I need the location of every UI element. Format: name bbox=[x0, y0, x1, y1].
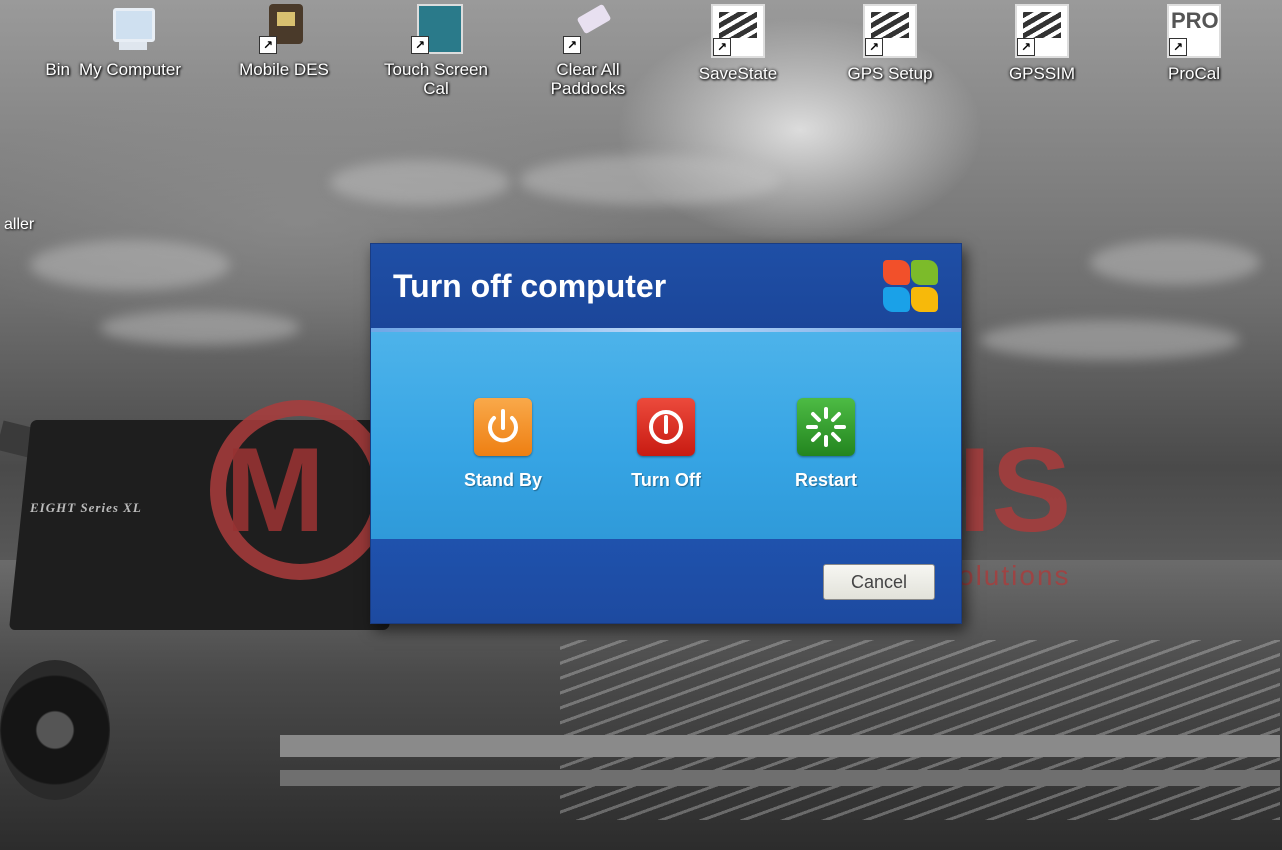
desktop-icon-clear-all-paddocks[interactable]: ↗ Clear All Paddocks bbox=[518, 3, 658, 98]
procal-icon: PRO ↗ bbox=[1167, 4, 1221, 58]
shortcut-arrow-icon: ↗ bbox=[259, 36, 277, 54]
turn-off-label: Turn Off bbox=[631, 470, 701, 490]
shortcut-arrow-icon: ↗ bbox=[1169, 38, 1187, 56]
wallpaper-wheel bbox=[0, 660, 110, 800]
wallpaper-logo-right: IS bbox=[958, 423, 1072, 557]
recycle-bin-icon bbox=[0, 4, 33, 54]
power-off-icon bbox=[637, 398, 695, 456]
wallpaper-cloud bbox=[30, 240, 230, 290]
desktop-icon-my-computer[interactable]: My Computer bbox=[60, 4, 200, 79]
pro-badge: PRO bbox=[1171, 8, 1219, 33]
desktop-icon-label: Clear All Paddocks bbox=[550, 60, 626, 98]
restart-button[interactable]: Restart bbox=[756, 398, 896, 491]
mobile-des-icon: ↗ bbox=[259, 4, 309, 54]
desktop-icon-gpssim[interactable]: ↗ GPSSIM bbox=[972, 4, 1112, 83]
desktop-icon-label: Mobile DES bbox=[239, 60, 329, 79]
wallpaper-cloud bbox=[980, 320, 1240, 360]
shortcut-arrow-icon: ↗ bbox=[563, 36, 581, 54]
desktop-icon-label: SaveState bbox=[698, 64, 778, 83]
standby-button[interactable]: Stand By bbox=[433, 398, 573, 491]
desktop-icon-label: ProCal bbox=[1168, 64, 1220, 83]
wallpaper-machine-frame bbox=[280, 735, 1280, 757]
my-computer-icon bbox=[105, 4, 155, 54]
restart-icon bbox=[797, 398, 855, 456]
desktop-icon-label: Touch Screen Cal bbox=[384, 60, 488, 98]
wallpaper-machine-text: EIGHT Series XL bbox=[30, 500, 142, 515]
wallpaper-cloud bbox=[330, 160, 510, 205]
desktop-icon-gps-setup[interactable]: ↗ GPS Setup bbox=[820, 4, 960, 83]
standby-icon bbox=[474, 398, 532, 456]
desktop-icon-label: GPS Setup bbox=[847, 64, 933, 83]
dialog-header: Turn off computer bbox=[371, 244, 961, 328]
dialog-body: Stand By Turn Off Restart bbox=[371, 332, 961, 539]
touch-screen-cal-icon: ↗ bbox=[411, 4, 463, 54]
desktop-icon-label: GPSSIM bbox=[1008, 64, 1076, 83]
standby-label: Stand By bbox=[463, 470, 542, 490]
turn-off-dialog: Turn off computer Stand By Turn Off Rest… bbox=[370, 243, 962, 624]
desktop-icon-label: My Computer bbox=[78, 60, 182, 79]
desktop-icon-mobile-des[interactable]: ↗ Mobile DES bbox=[214, 4, 354, 79]
windows-logo-icon bbox=[879, 256, 939, 316]
dialog-title: Turn off computer bbox=[393, 268, 667, 304]
pcon-icon: ↗ bbox=[1015, 4, 1069, 58]
desktop-icon-touch-screen-cal[interactable]: ↗ Touch Screen Cal bbox=[366, 4, 506, 98]
wallpaper-logo-left: M bbox=[225, 423, 325, 557]
shortcut-arrow-icon: ↗ bbox=[411, 36, 429, 54]
wallpaper-logo-tagline: olutions bbox=[958, 560, 1071, 591]
desktop-icon-label-partial[interactable]: aller bbox=[4, 216, 34, 234]
wallpaper-cloud bbox=[1090, 240, 1260, 285]
cancel-button[interactable]: Cancel bbox=[823, 564, 935, 600]
wallpaper-cloud bbox=[520, 155, 780, 205]
wallpaper-hoses bbox=[560, 640, 1280, 820]
clear-all-paddocks-icon: ↗ bbox=[563, 3, 613, 54]
shortcut-arrow-icon: ↗ bbox=[865, 38, 883, 56]
wallpaper-machine-frame bbox=[280, 770, 1280, 786]
shortcut-arrow-icon: ↗ bbox=[1017, 38, 1035, 56]
turn-off-button[interactable]: Turn Off bbox=[596, 398, 736, 491]
desktop-icon-savestate[interactable]: ↗ SaveState bbox=[668, 4, 808, 83]
desktop-icon-procal[interactable]: PRO ↗ ProCal bbox=[1124, 4, 1264, 83]
pcon-icon: ↗ bbox=[711, 4, 765, 58]
restart-label: Restart bbox=[794, 470, 858, 490]
pcon-icon: ↗ bbox=[863, 4, 917, 58]
shortcut-arrow-icon: ↗ bbox=[713, 38, 731, 56]
wallpaper-cloud bbox=[100, 310, 300, 345]
